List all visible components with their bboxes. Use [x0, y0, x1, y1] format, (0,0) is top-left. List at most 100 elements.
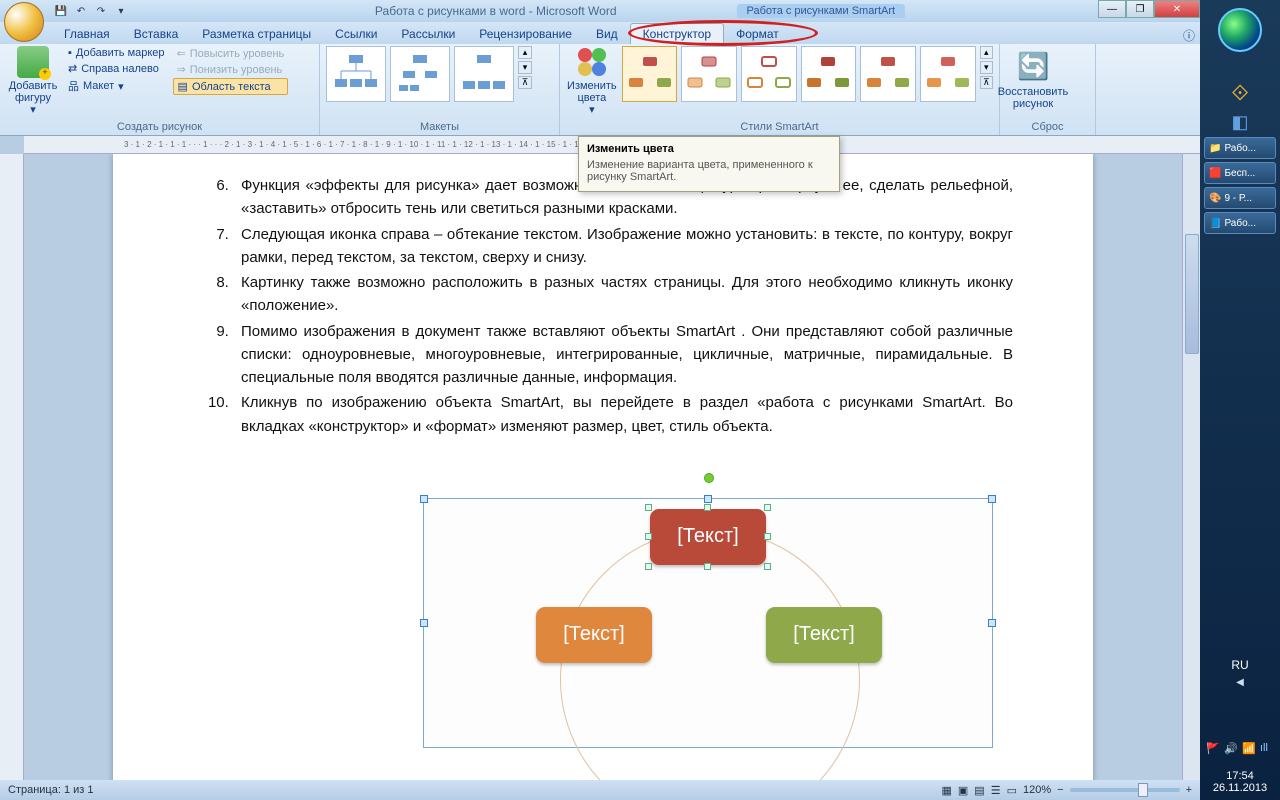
style-option-4[interactable] [801, 46, 857, 102]
styles-more[interactable]: ⊼ [980, 76, 993, 89]
help-icon[interactable]: ⓘ [1183, 27, 1195, 44]
view-fullscreen-icon[interactable]: ▣ [958, 784, 968, 797]
resize-handle[interactable] [420, 495, 428, 503]
style-option-3[interactable] [741, 46, 797, 102]
add-shape-button[interactable]: + Добавить фигуру ▾ [6, 46, 60, 116]
office-button[interactable] [4, 2, 44, 42]
styles-scroll-down[interactable]: ▾ [980, 61, 993, 74]
taskbar-item[interactable]: 🎨9 - Р... [1204, 187, 1276, 209]
rotate-handle[interactable] [704, 473, 714, 483]
smartart-node-3[interactable]: [Текст] [766, 607, 882, 663]
tab-mailings[interactable]: Рассылки [389, 24, 467, 44]
tray-flag-icon[interactable]: 🚩 [1206, 742, 1220, 756]
node-handle[interactable] [645, 533, 652, 540]
view-outline-icon[interactable]: ☰ [991, 784, 1001, 797]
clock[interactable]: 17:54 26.11.2013 [1200, 770, 1280, 794]
smartart-object[interactable]: Введите текст ✕ [Текст] [Текст] [Текст] … [193, 498, 1013, 748]
layout-button[interactable]: 品Макет ▾ [64, 77, 169, 95]
taskbar-item[interactable]: 📘Рабо... [1204, 212, 1276, 234]
window-title: Работа с рисунками в word - Microsoft Wo… [375, 4, 617, 18]
tab-design[interactable]: Конструктор [630, 23, 724, 44]
list-item: Кликнув по изображению объекта SmartArt,… [233, 391, 1013, 438]
style-option-1[interactable] [622, 46, 678, 102]
language-indicator[interactable]: RU [1200, 658, 1280, 672]
zoom-in-button[interactable]: + [1186, 784, 1192, 796]
tray-expand-icon[interactable]: ◀ [1200, 677, 1280, 688]
rtl-button[interactable]: ⇄Справа налево [64, 61, 169, 76]
layout-option-1[interactable] [326, 46, 386, 102]
demote-button[interactable]: ⇒Понизить уровень [173, 62, 289, 77]
vertical-scrollbar[interactable] [1182, 154, 1200, 780]
tray-signal-icon[interactable]: ıll [1260, 742, 1274, 756]
change-colors-button[interactable]: Изменить цвета ▾ [566, 46, 618, 116]
resize-handle[interactable] [704, 495, 712, 503]
text-pane-toggle[interactable]: ▤Область текста [173, 78, 289, 95]
vertical-ruler[interactable] [0, 154, 24, 780]
start-button[interactable] [1218, 8, 1262, 52]
taskbar-item[interactable]: 🟥Бесп... [1204, 162, 1276, 184]
zoom-out-button[interactable]: − [1057, 784, 1063, 796]
style-option-5[interactable] [860, 46, 916, 102]
resize-handle[interactable] [420, 619, 428, 627]
document-area[interactable]: Функция «эффекты для рисунка» дает возмо… [24, 154, 1182, 780]
reset-graphic-button[interactable]: 🔄 Восстановить рисунок [1006, 46, 1060, 116]
yandex-icon[interactable]: ⟐ [1200, 80, 1280, 106]
style-option-2[interactable] [681, 46, 737, 102]
tray-network-icon[interactable]: 📶 [1242, 742, 1256, 756]
qat-more-icon[interactable]: ▾ [112, 2, 130, 20]
title-bar: 💾 ↶ ↷ ▾ Работа с рисунками в word - Micr… [0, 0, 1280, 22]
tray-volume-icon[interactable]: 🔊 [1224, 742, 1238, 756]
node-handle[interactable] [704, 504, 711, 511]
tab-review[interactable]: Рецензирование [467, 24, 584, 44]
layouts-scroll-down[interactable]: ▾ [518, 61, 532, 74]
group-label-styles: Стили SmartArt [566, 119, 993, 135]
promote-button[interactable]: ⇐Повысить уровень [173, 46, 289, 61]
tab-page-layout[interactable]: Разметка страницы [190, 24, 323, 44]
view-web-icon[interactable]: ▤ [974, 784, 984, 797]
textpane-icon: ▤ [178, 80, 188, 93]
undo-icon[interactable]: ↶ [72, 2, 90, 20]
smartart-node-2[interactable]: [Текст] [536, 607, 652, 663]
layouts-scroll-up[interactable]: ▴ [518, 46, 532, 59]
reset-icon: 🔄 [1017, 52, 1049, 84]
node-handle[interactable] [704, 563, 711, 570]
app-icon[interactable]: ◧ [1200, 112, 1280, 133]
scrollbar-thumb[interactable] [1185, 234, 1199, 354]
folder-icon: 📁 [1209, 143, 1221, 154]
tab-home[interactable]: Главная [52, 24, 122, 44]
node-handle[interactable] [645, 504, 652, 511]
tab-format[interactable]: Формат [724, 24, 791, 44]
tab-insert[interactable]: Вставка [122, 24, 191, 44]
redo-icon[interactable]: ↷ [92, 2, 110, 20]
view-draft-icon[interactable]: ▭ [1007, 784, 1017, 797]
tooltip: Изменить цвета Изменение варианта цвета,… [578, 136, 840, 192]
node-handle[interactable] [645, 563, 652, 570]
node-handle[interactable] [764, 533, 771, 540]
styles-scroll-up[interactable]: ▴ [980, 46, 993, 59]
maximize-button[interactable]: ❐ [1126, 0, 1154, 18]
close-button[interactable]: ✕ [1154, 0, 1200, 18]
minimize-button[interactable]: — [1098, 0, 1126, 18]
taskbar-item[interactable]: 📁Рабо... [1204, 137, 1276, 159]
tooltip-body: Изменение варианта цвета, примененного к… [579, 157, 839, 191]
zoom-value[interactable]: 120% [1023, 784, 1051, 796]
add-bullet-button[interactable]: ▪Добавить маркер [64, 46, 169, 60]
layouts-more[interactable]: ⊼ [518, 76, 532, 89]
resize-handle[interactable] [988, 495, 996, 503]
layout-option-3[interactable] [454, 46, 514, 102]
smartart-node-1[interactable]: [Текст] [650, 509, 766, 565]
contextual-tab-label: Работа с рисунками SmartArt [737, 4, 906, 18]
tab-references[interactable]: Ссылки [323, 24, 389, 44]
smartart-canvas[interactable]: [Текст] [Текст] [Текст] [423, 498, 993, 748]
node-handle[interactable] [764, 563, 771, 570]
node-handle[interactable] [764, 504, 771, 511]
save-icon[interactable]: 💾 [52, 2, 70, 20]
tab-view[interactable]: Вид [584, 24, 630, 44]
view-print-icon[interactable]: ▦ [941, 784, 951, 797]
page-indicator[interactable]: Страница: 1 из 1 [8, 784, 94, 796]
layout-option-2[interactable] [390, 46, 450, 102]
resize-handle[interactable] [988, 619, 996, 627]
style-option-6[interactable] [920, 46, 976, 102]
zoom-slider[interactable] [1070, 788, 1180, 792]
browser-icon: 🟥 [1209, 168, 1221, 179]
